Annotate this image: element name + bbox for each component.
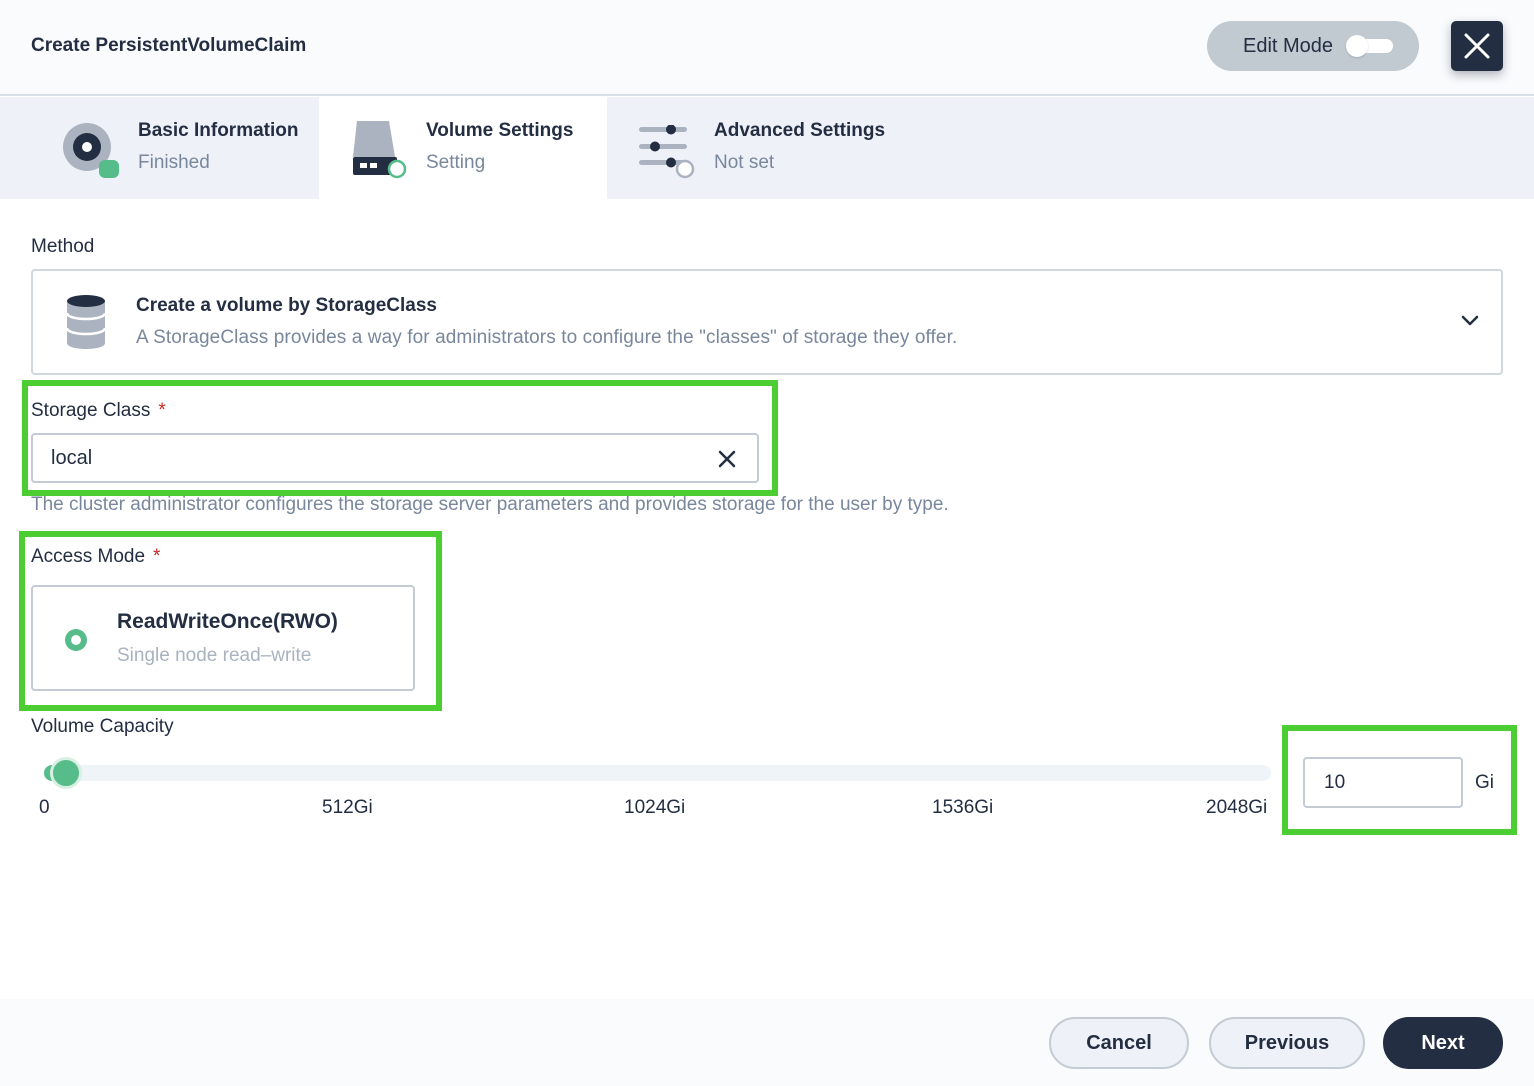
tab-status: Finished <box>138 152 210 173</box>
chevron-down-icon <box>1461 315 1479 326</box>
access-mode-title: ReadWriteOnce(RWO) <box>117 610 338 633</box>
capacity-slider-handle[interactable] <box>49 757 82 789</box>
tab-volume-settings[interactable]: Volume Settings Setting <box>319 97 607 199</box>
create-pvc-dialog: Create PersistentVolumeClaim Edit Mode B… <box>0 0 1534 1086</box>
previous-button[interactable]: Previous <box>1209 1017 1365 1069</box>
disk-icon <box>63 123 119 178</box>
tab-status: Setting <box>426 152 486 173</box>
step-tabs: Basic Information Finished Volume Settin… <box>0 97 1534 199</box>
dialog-header: Create PersistentVolumeClaim Edit Mode <box>0 0 1534 96</box>
slider-tick-label: 0 <box>39 797 50 818</box>
capacity-value: 10 <box>1324 772 1346 793</box>
slider-tick-label: 1536Gi <box>932 797 994 818</box>
storage-class-hint: The cluster administrator configures the… <box>31 494 949 515</box>
storage-class-label-text: Storage Class <box>31 400 151 421</box>
clear-icon[interactable] <box>716 448 738 470</box>
storage-class-value: local <box>51 447 93 469</box>
tab-basic-information[interactable]: Basic Information Finished <box>0 97 319 199</box>
dialog-footer: Cancel Previous Next <box>0 999 1534 1086</box>
sliders-icon <box>639 125 695 179</box>
capacity-slider-track[interactable] <box>44 765 1271 781</box>
access-mode-option-rwo[interactable]: ReadWriteOnce(RWO) Single node read–writ… <box>31 585 415 691</box>
required-mark: * <box>153 546 161 567</box>
next-button[interactable]: Next <box>1383 1017 1503 1069</box>
slider-tick-label: 512Gi <box>322 797 373 818</box>
slider-tick-label: 2048Gi <box>1206 797 1268 818</box>
tab-title: Volume Settings <box>426 120 574 141</box>
method-label: Method <box>31 236 95 257</box>
method-description: A StorageClass provides a way for admini… <box>136 327 958 348</box>
dialog-title: Create PersistentVolumeClaim <box>31 35 307 56</box>
hard-drive-icon <box>353 121 407 179</box>
edit-mode-toggle[interactable]: Edit Mode <box>1207 21 1419 71</box>
access-mode-label: Access Mode * <box>31 546 160 568</box>
capacity-unit: Gi <box>1475 772 1494 793</box>
method-select[interactable]: Create a volume by StorageClass A Storag… <box>31 269 1503 375</box>
cancel-button[interactable]: Cancel <box>1049 1017 1189 1069</box>
close-icon <box>1464 33 1490 59</box>
access-mode-description: Single node read–write <box>117 645 312 666</box>
slider-tick-label: 1024Gi <box>624 797 686 818</box>
tab-status: Not set <box>714 152 775 173</box>
radio-selected-icon[interactable] <box>65 629 87 651</box>
database-icon <box>65 295 107 349</box>
method-title: Create a volume by StorageClass <box>136 295 437 316</box>
tab-title: Basic Information <box>138 120 299 141</box>
edit-mode-label: Edit Mode <box>1243 35 1334 57</box>
toggle-knob <box>1346 35 1368 57</box>
tab-title: Advanced Settings <box>714 120 886 141</box>
required-mark: * <box>158 400 166 421</box>
tab-advanced-settings[interactable]: Advanced Settings Not set <box>607 97 907 199</box>
storage-class-label: Storage Class * <box>31 400 166 422</box>
close-button[interactable] <box>1451 21 1503 71</box>
storage-class-select[interactable]: local <box>31 433 759 483</box>
volume-capacity-label: Volume Capacity <box>31 716 174 737</box>
capacity-input[interactable]: 10 <box>1303 757 1463 808</box>
access-mode-label-text: Access Mode <box>31 546 146 567</box>
